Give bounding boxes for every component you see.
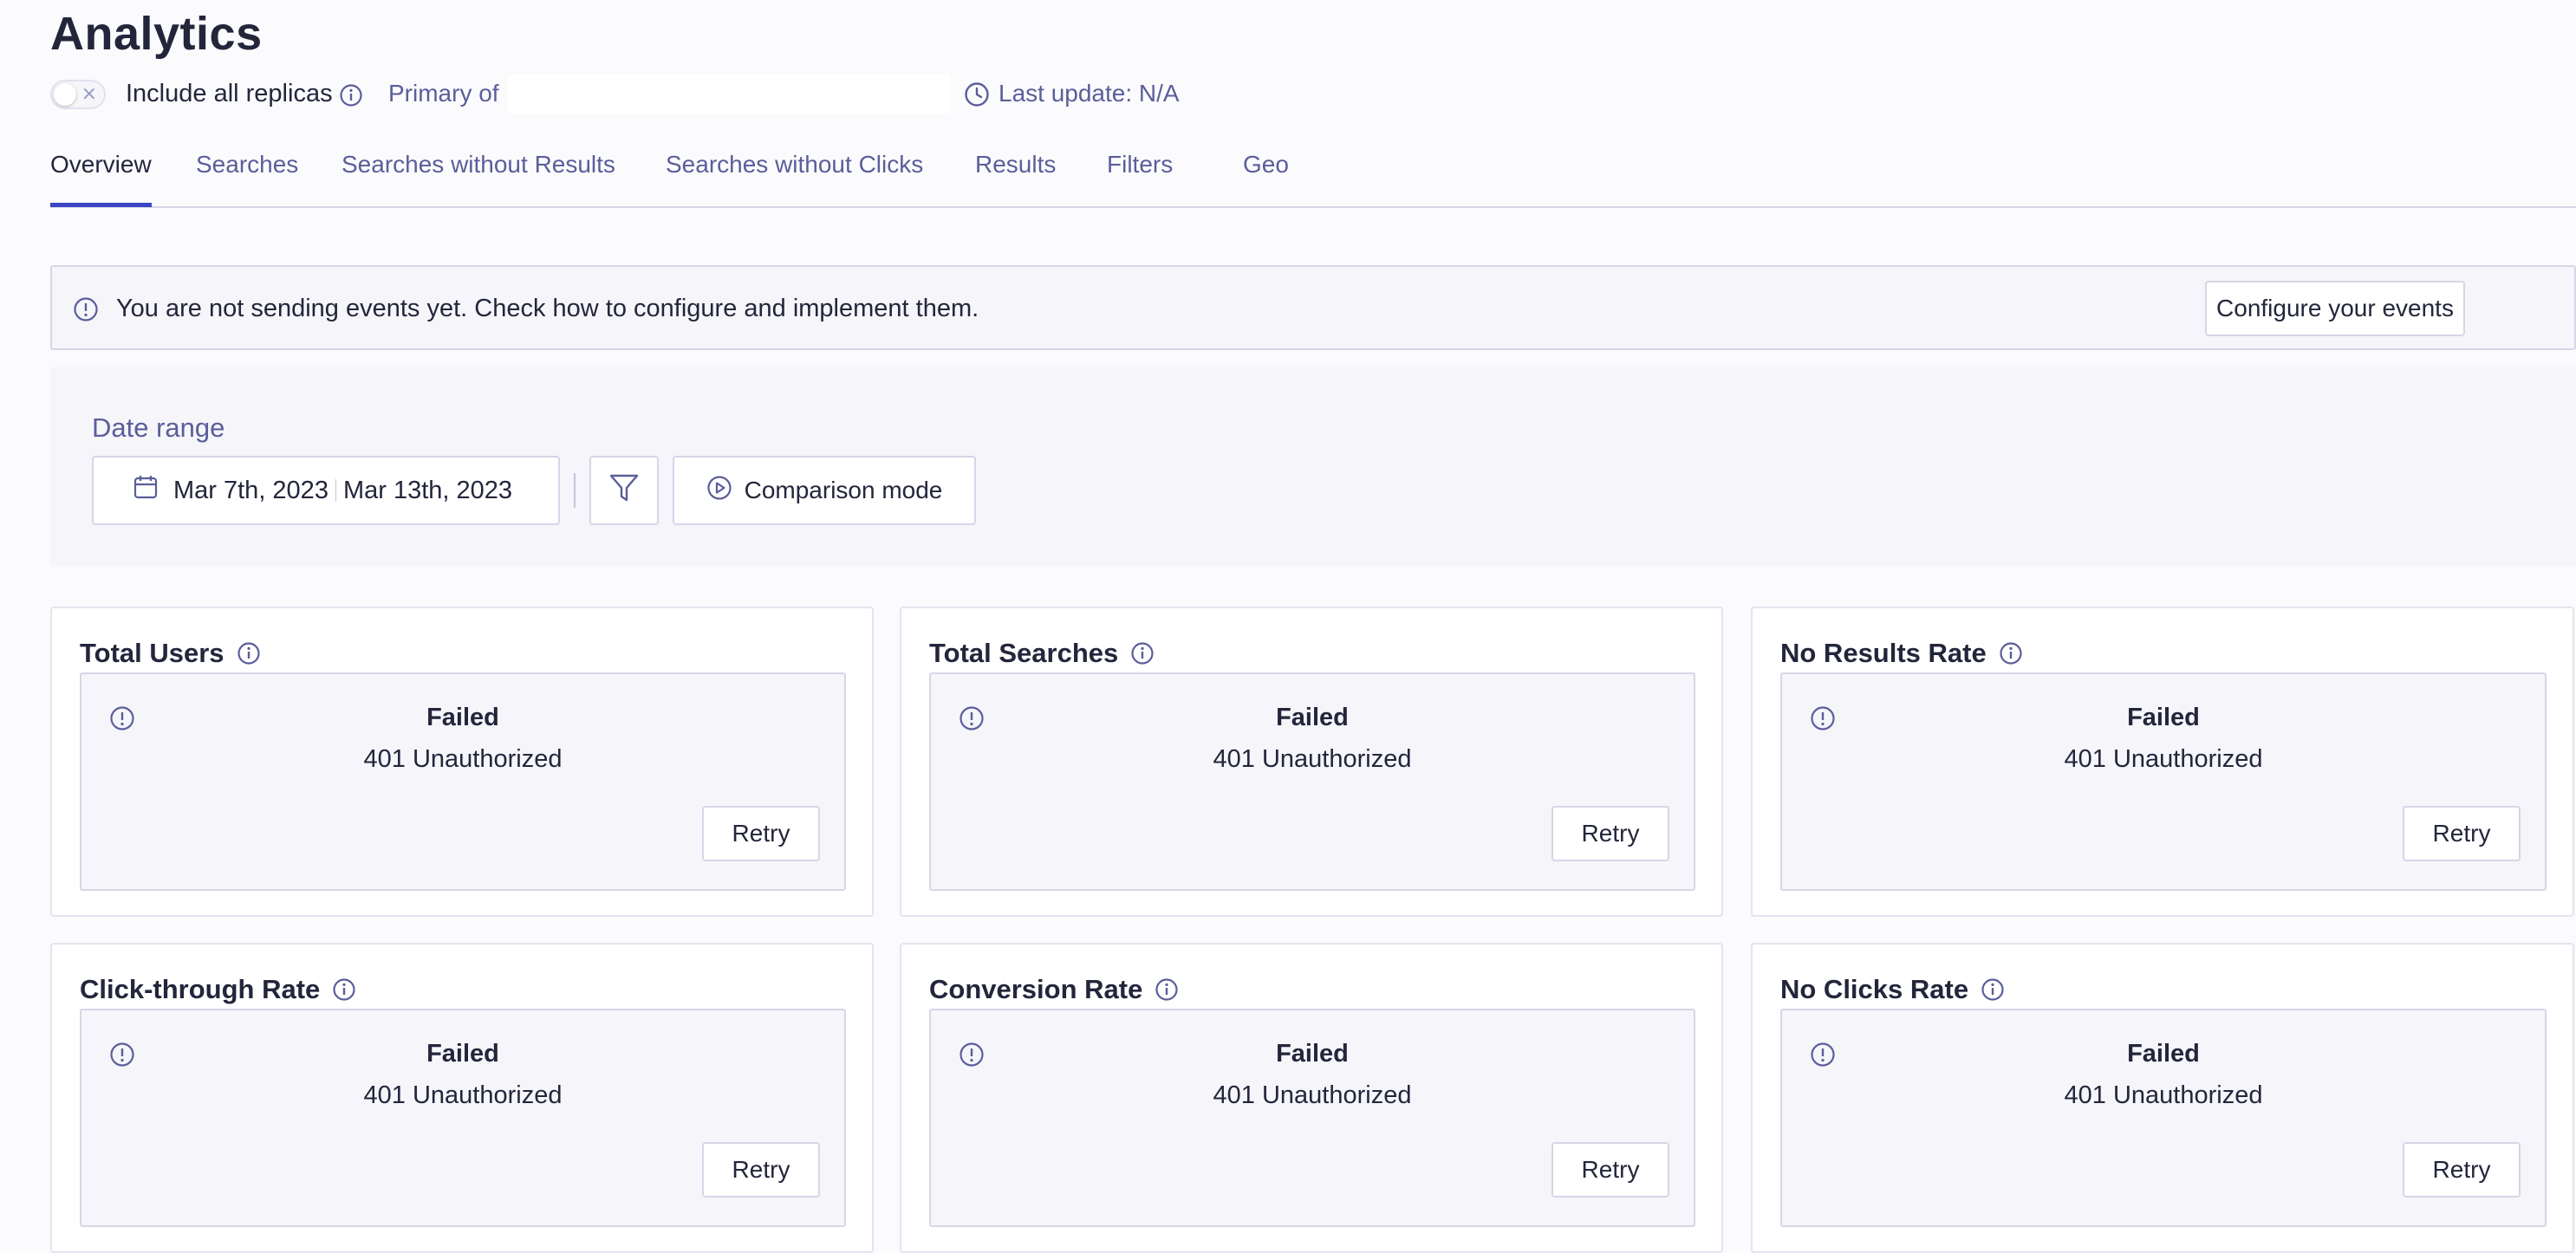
primary-of-label: Primary of — [388, 80, 499, 107]
primary-of-field[interactable] — [508, 75, 950, 114]
alert-icon — [73, 296, 99, 327]
banner-message: You are not sending events yet. Check ho… — [116, 295, 979, 322]
error-title: Failed — [1276, 704, 1349, 731]
tab-overview[interactable]: Overview — [50, 151, 152, 207]
error-panel: Failed 401 Unauthorized Retry — [929, 1009, 1695, 1227]
error-message: 401 Unauthorized — [1213, 745, 1412, 773]
toolbar-divider — [574, 473, 576, 508]
tab-results[interactable]: Results — [975, 151, 1056, 203]
retry-button[interactable]: Retry — [1551, 806, 1669, 861]
end-date: Mar 13th, 2023 — [342, 476, 513, 504]
info-icon[interactable] — [1981, 977, 2005, 1002]
metric-card-no-results-rate: No Results Rate Failed 401 Unauthorized Ret… — [1751, 607, 2574, 917]
retry-button[interactable]: Retry — [702, 806, 820, 861]
error-panel: Failed 401 Unauthorized Retry — [1780, 672, 2547, 891]
card-title-text: No Results Rate — [1780, 638, 1987, 668]
date-range-panel: Date range Mar 7th, 2023 Mar 13th, 2023 … — [50, 367, 2576, 567]
info-icon[interactable] — [339, 83, 363, 107]
tab-searches-without-clicks[interactable]: Searches without Clicks — [666, 151, 923, 203]
events-warning-banner: You are not sending events yet. Check ho… — [50, 265, 2576, 350]
info-icon[interactable] — [237, 641, 261, 665]
close-icon: × — [81, 83, 97, 105]
error-message: 401 Unauthorized — [363, 1081, 563, 1109]
error-panel: Failed 401 Unauthorized Retry — [80, 672, 846, 891]
error-message: 401 Unauthorized — [1213, 1081, 1412, 1109]
metric-card-total-users: Total Users Failed 401 Unauthorized Retry — [50, 607, 874, 917]
play-circle-icon — [706, 475, 732, 507]
page-title: Analytics — [50, 8, 263, 60]
date-separator — [335, 479, 336, 502]
card-title: Total Searches — [929, 638, 1155, 669]
include-replicas-label: Include all replicas — [126, 80, 333, 107]
info-icon[interactable] — [1999, 641, 2023, 665]
include-replicas-toggle[interactable]: × — [50, 80, 106, 109]
configure-events-button[interactable]: Configure your events — [2205, 281, 2465, 336]
error-title: Failed — [426, 1040, 499, 1068]
analytics-tabs: Overview Searches Searches without Resul… — [50, 147, 2576, 208]
tab-geo[interactable]: Geo — [1243, 151, 1289, 203]
card-title: No Results Rate — [1780, 638, 2023, 669]
comparison-mode-label: Comparison mode — [744, 477, 943, 503]
error-panel: Failed 401 Unauthorized Retry — [1780, 1009, 2547, 1227]
card-title: Total Users — [80, 638, 261, 669]
clock-icon — [964, 81, 990, 107]
card-title-text: Click-through Rate — [80, 974, 321, 1004]
error-panel: Failed 401 Unauthorized Retry — [929, 672, 1695, 891]
error-title: Failed — [426, 704, 499, 731]
filter-button[interactable] — [589, 456, 659, 525]
card-title: Click-through Rate — [80, 974, 356, 1005]
info-icon[interactable] — [332, 977, 356, 1002]
card-title-text: No Clicks Rate — [1780, 974, 1969, 1004]
metric-card-no-clicks-rate: No Clicks Rate Failed 401 Unauthorized Retr… — [1751, 943, 2574, 1253]
card-title: No Clicks Rate — [1780, 974, 2005, 1005]
tab-searches[interactable]: Searches — [196, 151, 298, 203]
retry-button[interactable]: Retry — [1551, 1142, 1669, 1198]
card-title-text: Total Searches — [929, 638, 1119, 668]
toggle-knob — [54, 83, 76, 106]
card-title-text: Total Users — [80, 638, 224, 668]
error-title: Failed — [1276, 1040, 1349, 1068]
metric-card-click-through-rate: Click-through Rate Failed 401 Unauthorized… — [50, 943, 874, 1253]
error-message: 401 Unauthorized — [2064, 745, 2263, 773]
card-title: Conversion Rate — [929, 974, 1179, 1005]
calendar-icon — [133, 474, 158, 507]
metric-card-conversion-rate: Conversion Rate Failed 401 Unauthorized Ret… — [900, 943, 1723, 1253]
tab-searches-without-results[interactable]: Searches without Results — [342, 151, 615, 203]
filter-icon — [608, 473, 640, 509]
date-range-label: Date range — [92, 412, 225, 443]
tab-filters[interactable]: Filters — [1107, 151, 1173, 203]
card-title-text: Conversion Rate — [929, 974, 1143, 1004]
info-icon[interactable] — [1155, 977, 1179, 1002]
comparison-mode-button[interactable]: Comparison mode — [673, 456, 976, 525]
error-message: 401 Unauthorized — [2064, 1081, 2263, 1109]
start-date: Mar 7th, 2023 — [173, 476, 329, 504]
last-update-text: Last update: N/A — [999, 80, 1180, 107]
retry-button[interactable]: Retry — [2403, 1142, 2521, 1198]
metric-card-total-searches: Total Searches Failed 401 Unauthorized Retr… — [900, 607, 1723, 917]
info-icon[interactable] — [1130, 641, 1155, 665]
error-panel: Failed 401 Unauthorized Retry — [80, 1009, 846, 1227]
error-title: Failed — [2127, 704, 2200, 731]
retry-button[interactable]: Retry — [702, 1142, 820, 1198]
error-title: Failed — [2127, 1040, 2200, 1068]
retry-button[interactable]: Retry — [2403, 806, 2521, 861]
date-range-picker[interactable]: Mar 7th, 2023 Mar 13th, 2023 — [92, 456, 560, 525]
error-message: 401 Unauthorized — [363, 745, 563, 773]
